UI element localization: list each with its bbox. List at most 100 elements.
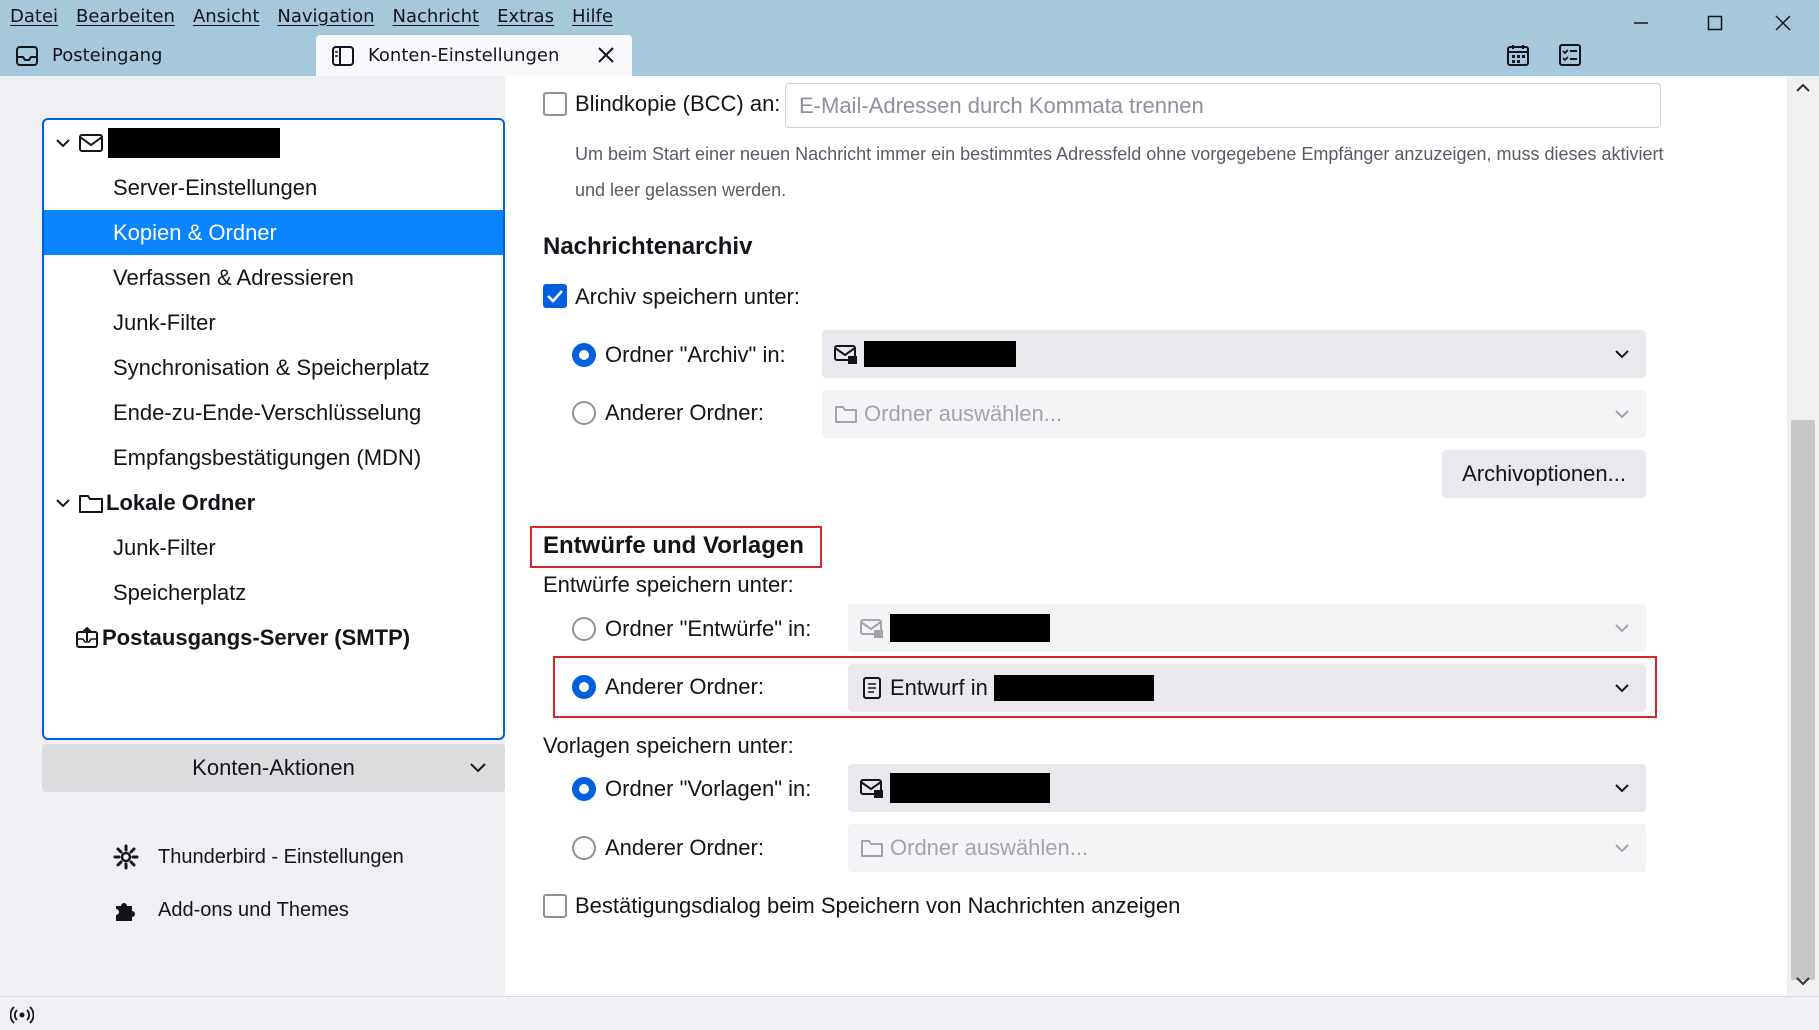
drafts-heading: Entwürfe und Vorlagen [543, 532, 804, 559]
archive-other-folder-dropdown[interactable]: Ordner auswählen... [822, 390, 1646, 438]
chevron-down-icon [1612, 618, 1632, 638]
tree-item-kopien-ordner[interactable]: Kopien & Ordner [44, 210, 503, 255]
drafts-folder-radio[interactable] [572, 617, 596, 641]
scroll-down-button[interactable] [1793, 973, 1813, 989]
tab-label: Posteingang [52, 45, 163, 66]
tree-item-junk-filter[interactable]: Junk-Filter [44, 300, 503, 345]
minimize-button[interactable] [1616, 6, 1666, 40]
menu-extras[interactable]: Extras [488, 6, 563, 27]
archive-account-dropdown[interactable] [822, 330, 1646, 378]
drafts-account-redacted [890, 614, 1050, 642]
drafts-other-folder-dropdown[interactable]: Entwurf in [848, 664, 1646, 712]
chevron-down-icon[interactable] [52, 132, 74, 154]
title-bar: Datei Bearbeiten Ansicht Navigation Nach… [0, 0, 1819, 76]
bcc-label: Blindkopie (BCC) an: [575, 91, 781, 116]
account-actions-button[interactable]: Konten-Aktionen [42, 744, 505, 792]
templates-account-dropdown[interactable] [848, 764, 1646, 812]
menu-bar: Datei Bearbeiten Ansicht Navigation Nach… [0, 0, 622, 32]
tree-item-label: Server-Einstellungen [113, 174, 318, 200]
archive-folder-radio[interactable] [572, 343, 596, 367]
tab-posteingang[interactable]: Posteingang [0, 35, 316, 76]
tree-item-synchronisation[interactable]: Synchronisation & Speicherplatz [44, 345, 503, 390]
templates-other-radio-label: Anderer Ordner: [605, 835, 764, 860]
drafts-account-dropdown[interactable] [848, 604, 1646, 652]
tree-item-junk-filter-local[interactable]: Junk-Filter [44, 525, 503, 570]
tree-item-speicherplatz[interactable]: Speicherplatz [44, 570, 503, 615]
puzzle-icon [112, 896, 140, 924]
tree-item-server-einstellungen[interactable]: Server-Einstellungen [44, 165, 503, 210]
gear-icon [112, 843, 140, 871]
account-row-mail[interactable] [44, 120, 503, 165]
scroll-up-button[interactable] [1793, 80, 1813, 96]
menu-hilfe[interactable]: Hilfe [563, 6, 622, 27]
menu-navigation[interactable]: Navigation [268, 6, 383, 27]
chevron-down-icon [1612, 678, 1632, 698]
tree-item-label: Kopien & Ordner [113, 219, 277, 245]
templates-other-radio[interactable] [572, 836, 596, 860]
confirm-save-label: Bestätigungsdialog beim Speichern von Na… [575, 893, 1181, 918]
folder-icon [860, 836, 884, 860]
archive-heading: Nachrichtenarchiv [543, 233, 753, 260]
account-row-lokale-ordner[interactable]: Lokale Ordner [44, 480, 503, 525]
folder-icon [834, 402, 858, 426]
thunderbird-settings-link[interactable]: Thunderbird - Einstellungen [112, 840, 404, 874]
bcc-placeholder: E-Mail-Adressen durch Kommata trennen [799, 92, 1204, 118]
close-icon [1775, 15, 1791, 31]
templates-save-label: Vorlagen speichern unter: [543, 733, 794, 758]
close-icon [598, 47, 614, 63]
tree-item-label: Junk-Filter [113, 309, 216, 335]
archive-other-radio[interactable] [572, 401, 596, 425]
drafts-other-radio[interactable] [572, 675, 596, 699]
menu-ansicht[interactable]: Ansicht [184, 6, 268, 27]
mail-lock-icon [860, 776, 884, 800]
chevron-down-icon [1612, 838, 1632, 858]
window-close-button[interactable] [1758, 6, 1808, 40]
chevron-down-icon [1796, 977, 1810, 986]
archive-folder-radio-label: Ordner "Archiv" in: [605, 342, 786, 367]
folder-icon [78, 490, 104, 516]
addons-link-label: Add-ons und Themes [158, 898, 349, 921]
account-tree: Server-Einstellungen Kopien & Ordner Ver… [42, 118, 505, 740]
drafts-folder-radio-label: Ordner "Entwürfe" in: [605, 616, 812, 641]
menu-nachricht[interactable]: Nachricht [384, 6, 489, 27]
templates-folder-radio-label: Ordner "Vorlagen" in: [605, 776, 812, 801]
mail-lock-icon [860, 616, 884, 640]
tree-item-verfassen-adressieren[interactable]: Verfassen & Adressieren [44, 255, 503, 300]
drafts-other-account-redacted [993, 675, 1154, 701]
drafts-other-value: Entwurf in [890, 675, 988, 700]
confirm-save-checkbox[interactable] [543, 894, 567, 918]
archive-save-checkbox[interactable] [543, 284, 567, 308]
templates-folder-radio[interactable] [572, 777, 596, 801]
tab-konten-einstellungen[interactable]: Konten-Einstellungen [316, 35, 632, 76]
templates-account-redacted [890, 773, 1050, 803]
online-status-icon[interactable] [10, 1005, 34, 1025]
bcc-address-input[interactable]: E-Mail-Adressen durch Kommata trennen [785, 83, 1661, 128]
account-sidebar: Server-Einstellungen Kopien & Ordner Ver… [0, 76, 505, 996]
scrollbar-thumb[interactable] [1791, 420, 1815, 980]
account-name-redacted [108, 127, 280, 158]
bcc-checkbox[interactable] [543, 92, 567, 116]
account-row-smtp[interactable]: Postausgangs-Server (SMTP) [44, 615, 503, 660]
account-actions-label: Konten-Aktionen [192, 755, 355, 780]
templates-other-placeholder: Ordner auswählen... [890, 835, 1089, 860]
chevron-down-icon [1612, 344, 1632, 364]
calendar-button[interactable] [1502, 40, 1534, 70]
outbox-icon [74, 625, 100, 651]
tree-item-label: Ende-zu-Ende-Verschlüsselung [113, 399, 422, 425]
chevron-down-icon[interactable] [52, 492, 74, 514]
menu-bearbeiten[interactable]: Bearbeiten [67, 6, 184, 27]
tree-item-empfangsbestaetigungen[interactable]: Empfangsbestätigungen (MDN) [44, 435, 503, 480]
tree-item-label: Postausgangs-Server (SMTP) [102, 624, 411, 650]
drafts-save-label: Entwürfe speichern unter: [543, 572, 794, 597]
addons-themes-link[interactable]: Add-ons und Themes [112, 893, 349, 927]
tasks-button[interactable] [1554, 40, 1586, 70]
tab-close-button[interactable] [594, 43, 618, 67]
calendar-icon [1507, 45, 1529, 66]
maximize-button[interactable] [1690, 6, 1740, 40]
tree-item-e2e-verschluesselung[interactable]: Ende-zu-Ende-Verschlüsselung [44, 390, 503, 435]
chevron-down-icon [1612, 404, 1632, 424]
archive-options-button[interactable]: Archivoptionen... [1442, 450, 1646, 498]
tree-item-label: Junk-Filter [113, 534, 216, 560]
templates-other-folder-dropdown[interactable]: Ordner auswählen... [848, 824, 1646, 872]
menu-datei[interactable]: Datei [0, 6, 67, 27]
